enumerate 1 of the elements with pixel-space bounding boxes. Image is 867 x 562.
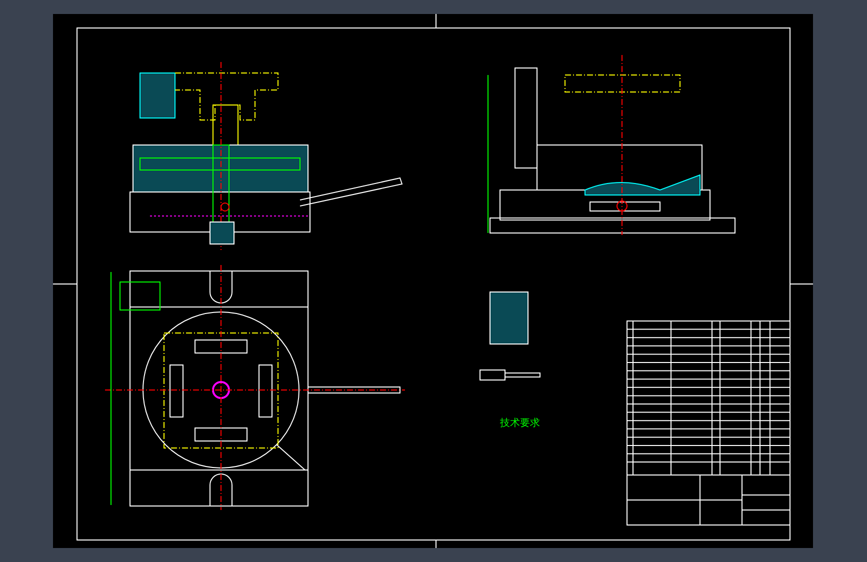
technical-requirements-heading: 技术要求: [500, 418, 540, 429]
